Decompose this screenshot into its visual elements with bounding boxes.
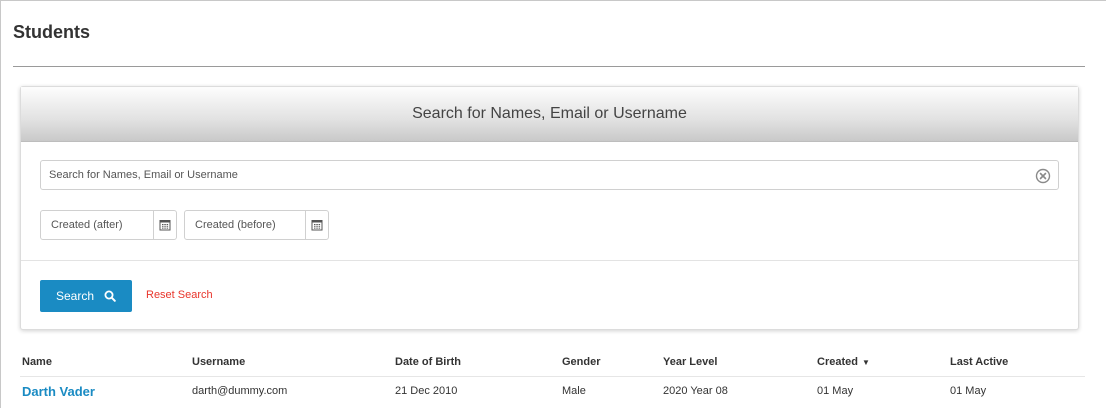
cell-date-of-birth: 21 Dec 2010: [395, 385, 458, 397]
cell-username: darth@dummy.com: [192, 385, 288, 397]
created-after-input[interactable]: [41, 211, 153, 239]
search-input-wrapper: [40, 160, 1059, 190]
cell-created: 01 May: [817, 385, 854, 397]
title-divider: [13, 66, 1085, 67]
students-table: Name Username Date of Birth Gender Year …: [20, 349, 1085, 405]
column-header-last-active[interactable]: Last Active: [950, 349, 1008, 375]
table-row: Darth Vader darth@dummy.com 21 Dec 2010 …: [20, 377, 1085, 405]
column-header-gender[interactable]: Gender: [562, 349, 601, 375]
calendar-icon[interactable]: [153, 211, 175, 239]
search-button-label: Search: [55, 289, 95, 303]
column-header-year-level[interactable]: Year Level: [663, 349, 717, 375]
column-header-date-of-birth[interactable]: Date of Birth: [395, 349, 461, 375]
student-name-link[interactable]: Darth Vader: [22, 377, 95, 405]
column-header-name[interactable]: Name: [22, 349, 52, 375]
table-header-row: Name Username Date of Birth Gender Year …: [20, 349, 1085, 377]
column-header-username[interactable]: Username: [192, 349, 245, 375]
created-before-input[interactable]: [185, 211, 305, 239]
calendar-icon[interactable]: [305, 211, 327, 239]
created-before-field: [184, 210, 329, 240]
sort-descending-icon: ▼: [861, 357, 870, 367]
created-after-field: [40, 210, 177, 240]
cell-year-level: 2020 Year 08: [663, 385, 728, 397]
panel-divider: [21, 260, 1078, 261]
cell-gender: Male: [562, 385, 586, 397]
clear-circle-icon[interactable]: [1035, 168, 1051, 184]
search-icon: [104, 290, 116, 302]
column-header-created[interactable]: Created ▼: [817, 349, 870, 375]
reset-search-link[interactable]: Reset Search: [146, 289, 213, 301]
column-header-created-label: Created: [817, 356, 858, 368]
search-input[interactable]: [41, 161, 1058, 189]
search-button[interactable]: Search: [40, 280, 132, 312]
page-title: Students: [13, 22, 91, 42]
content-frame: Students Search for Names, Email or User…: [0, 0, 1106, 408]
search-panel-header: Search for Names, Email or Username: [21, 87, 1078, 142]
cell-last-active: 01 May: [950, 385, 987, 397]
search-panel: Search for Names, Email or Username Sear…: [20, 86, 1079, 330]
